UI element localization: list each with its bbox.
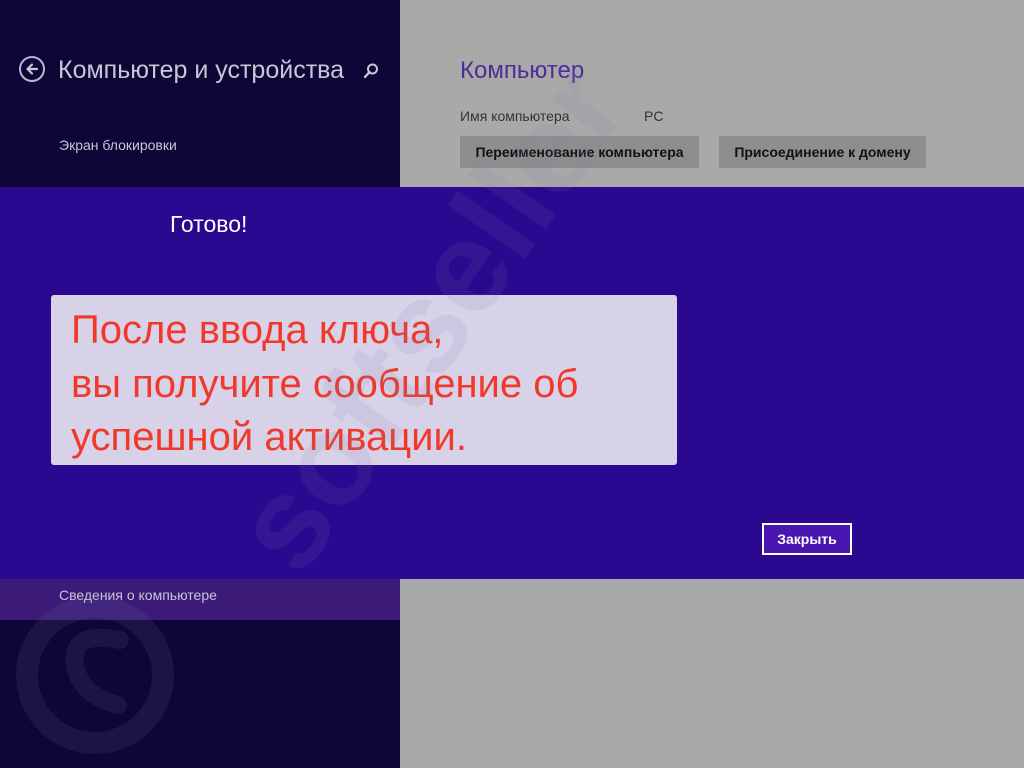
join-domain-button[interactable]: Присоединение к домену [719, 136, 926, 168]
computer-name-label: Имя компьютера [460, 108, 570, 124]
rename-computer-button[interactable]: Переименование компьютера [460, 136, 699, 168]
annotation-callout: После ввода ключа, вы получите сообщение… [51, 295, 677, 465]
sidebar-title: Компьютер и устройства [58, 56, 345, 84]
back-button[interactable] [19, 56, 45, 82]
dialog-title: Готово! [170, 211, 248, 237]
search-icon[interactable] [362, 62, 380, 80]
sidebar-item-pc-info[interactable]: Сведения о компьютере [59, 587, 217, 603]
close-button[interactable]: Закрыть [762, 523, 852, 555]
callout-line: После ввода ключа, [71, 308, 444, 352]
callout-line: успешной активации. [71, 415, 467, 459]
callout-line: вы получите сообщение об [71, 362, 579, 406]
arrow-left-circle-icon [26, 63, 39, 75]
computer-name-value: PC [644, 108, 664, 124]
screen: Компьютер и устройства Экран блокировки … [0, 0, 1024, 768]
sidebar-item-lock-screen[interactable]: Экран блокировки [59, 137, 177, 153]
section-title: Компьютер [460, 57, 585, 84]
